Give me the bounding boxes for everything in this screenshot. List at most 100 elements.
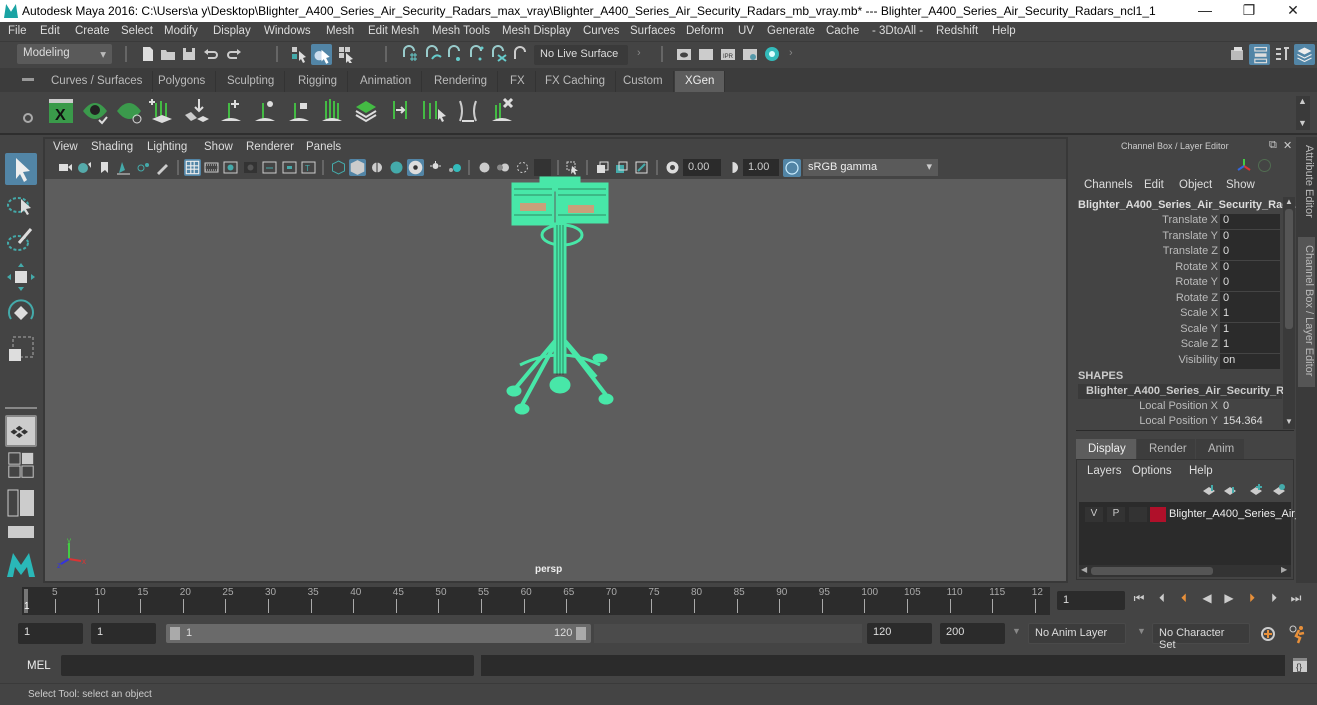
render-view-icon[interactable] (675, 45, 693, 63)
channel-value[interactable]: 1 (1220, 338, 1280, 353)
shelf-tab-animation[interactable]: Animation (350, 71, 423, 92)
channel-value[interactable]: 0 (1220, 276, 1280, 291)
menu-uv[interactable]: UV (738, 25, 754, 37)
wireframe-icon[interactable] (331, 160, 346, 175)
channel-value[interactable]: 0 (1220, 214, 1280, 229)
menu-surfaces[interactable]: Surfaces (630, 25, 675, 37)
single-perspective-layout-button[interactable] (5, 415, 37, 447)
menu-cache[interactable]: Cache (826, 25, 859, 37)
vp-menu-lighting[interactable]: Lighting (147, 141, 187, 153)
xray-icon[interactable] (565, 160, 580, 175)
lock-guide-icon[interactable] (285, 97, 313, 125)
add-guides-icon[interactable] (148, 97, 176, 125)
range-end-handle[interactable] (576, 627, 586, 640)
open-scene-icon[interactable] (159, 45, 177, 63)
exposure-field[interactable]: 0.00 (683, 159, 721, 176)
isolate-select-icon[interactable] (534, 159, 551, 176)
move-tool-button[interactable] (5, 261, 37, 293)
vp-menu-shading[interactable]: Shading (91, 141, 133, 153)
expand-arrow-icon[interactable]: › (789, 47, 793, 59)
ipr-render-icon[interactable]: IPR (719, 45, 737, 63)
depth-of-field-icon[interactable] (515, 160, 530, 175)
view-transform-dropdown[interactable]: sRGB gamma ▾ (803, 159, 938, 176)
channel-box-layer-editor-tab[interactable]: Channel Box / Layer Editor (1298, 237, 1315, 387)
cb-menu-object[interactable]: Object (1179, 179, 1212, 191)
mode-dropdown[interactable]: Modeling ▾ (17, 44, 112, 64)
layer-menu-options[interactable]: Options (1132, 465, 1172, 477)
time-slider-track[interactable]: 1 5 10 15 20 25 30 35 40 45 50 55 60 65 70 75 80 85 90 95 1… (22, 587, 1050, 615)
close-button[interactable]: ✕ (1278, 2, 1308, 20)
channel-row[interactable]: Scale Z1 (1072, 338, 1282, 353)
character-set-dropdown[interactable]: No Character Set (1152, 623, 1250, 651)
screen-space-ao-icon[interactable] (447, 160, 462, 175)
scroll-left-icon[interactable]: ◀ (1081, 565, 1087, 574)
expand-arrow-icon[interactable]: › (637, 47, 641, 59)
rotate-tool-button[interactable] (5, 297, 37, 329)
snap-to-point-icon[interactable] (446, 45, 464, 63)
scroll-down-icon[interactable]: ▼ (1285, 417, 1293, 426)
menu-3dtoall[interactable]: - 3DtoAll - (872, 25, 923, 37)
bookmarks-icon[interactable] (97, 160, 112, 175)
shape-channel-row[interactable]: Local Position Y 154.364 (1072, 415, 1282, 430)
layer-name[interactable]: Blighter_A400_Series_Air_ (1169, 508, 1301, 520)
select-by-component-icon[interactable] (337, 45, 355, 63)
layer-color-swatch[interactable] (1150, 507, 1166, 522)
image-plane-icon[interactable] (116, 160, 131, 175)
chevron-down-icon[interactable]: ▼ (1012, 626, 1021, 636)
layer-menu-layers[interactable]: Layers (1087, 465, 1122, 477)
grid-toggle[interactable] (184, 159, 201, 176)
new-scene-icon[interactable] (139, 45, 157, 63)
make-live-icon[interactable] (490, 45, 508, 63)
channel-value[interactable]: 0 (1220, 245, 1280, 260)
playback-start-field[interactable]: 1 (91, 623, 156, 644)
flip-guides-icon[interactable] (386, 97, 414, 125)
scroll-thumb[interactable] (1285, 209, 1293, 329)
textured-icon[interactable] (389, 160, 404, 175)
manipulator-axis-icon[interactable] (1235, 157, 1253, 175)
minimize-button[interactable]: — (1190, 2, 1220, 20)
xray-active-components-icon[interactable] (614, 160, 629, 175)
play-forwards-icon[interactable]: ▶ (1222, 591, 1236, 605)
select-by-hierarchy-icon[interactable] (290, 45, 308, 63)
channel-box-scrollbar[interactable]: ▲ ▼ (1283, 197, 1295, 429)
shelf-tab-custom[interactable]: Custom (613, 71, 674, 92)
channel-row[interactable]: Translate X0 (1072, 214, 1282, 229)
color-management-toggle[interactable] (783, 159, 801, 177)
cb-menu-channels[interactable]: Channels (1084, 179, 1133, 191)
channel-value[interactable]: 0 (1220, 291, 1280, 307)
channel-row[interactable]: Rotate X0 (1072, 260, 1282, 276)
menu-generate[interactable]: Generate (767, 25, 815, 37)
layer-tab-display[interactable]: Display (1076, 439, 1136, 459)
chevron-down-icon[interactable]: ▼ (1137, 626, 1146, 636)
command-input[interactable] (61, 655, 474, 676)
preview-icon[interactable] (81, 97, 109, 125)
shelf-menu-icon[interactable] (22, 78, 34, 81)
radar-model-mesh[interactable] (500, 175, 620, 420)
animation-start-field[interactable]: 1 (18, 623, 83, 644)
channel-row[interactable]: Scale Y1 (1072, 322, 1282, 338)
exposure-icon[interactable] (665, 160, 680, 175)
current-frame-field[interactable]: 1 (1057, 591, 1125, 610)
range-slider-bar[interactable]: 1 120 (166, 624, 591, 643)
redo-icon[interactable] (225, 45, 243, 63)
live-surface-field[interactable]: No Live Surface (534, 45, 628, 65)
menu-mesh-tools[interactable]: Mesh Tools (432, 25, 490, 37)
field-chart-icon[interactable] (262, 160, 277, 175)
lights-toggle[interactable] (407, 159, 424, 176)
snap-to-view-plane-icon[interactable] (468, 45, 486, 63)
layer-row[interactable]: V P Blighter_A400_Series_Air_ (1079, 506, 1301, 524)
snap-to-surface-icon[interactable] (512, 45, 530, 63)
animation-end-field[interactable]: 200 (940, 623, 1005, 644)
wireframe-on-shaded-icon[interactable] (370, 160, 385, 175)
layer-visibility-toggle[interactable]: V (1085, 507, 1103, 522)
guide-cvs-icon[interactable] (454, 97, 482, 125)
snap-to-grid-icon[interactable] (401, 45, 419, 63)
step-back-key-icon[interactable]: ⏴ (1155, 591, 1169, 605)
step-forward-key-icon[interactable]: ⏵ (1267, 591, 1281, 605)
anim-layer-dropdown[interactable]: No Anim Layer (1028, 623, 1126, 644)
shelf-tab-fx-caching[interactable]: FX Caching (535, 71, 617, 92)
backface-culling-icon[interactable] (634, 160, 649, 175)
paint-select-tool-button[interactable] (5, 225, 37, 257)
smooth-shade-toggle[interactable] (349, 159, 366, 176)
save-scene-icon[interactable] (180, 45, 198, 63)
